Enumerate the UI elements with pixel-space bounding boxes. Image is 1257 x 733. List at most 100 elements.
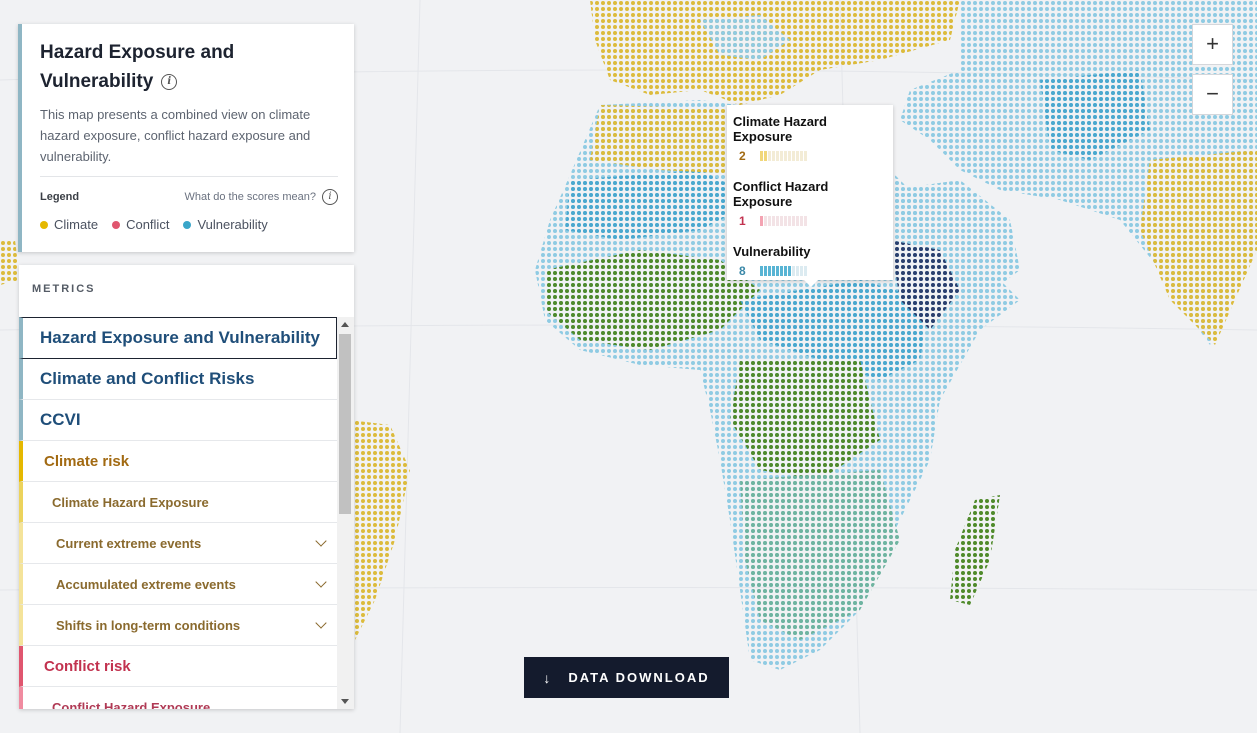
zoom-out-button[interactable]: −	[1192, 74, 1233, 115]
score-bar-segment	[764, 216, 767, 226]
metric-item-label: Accumulated extreme events	[56, 576, 236, 592]
metrics-panel: METRICS Hazard Exposure and Vulnerabilit…	[19, 265, 354, 709]
legend-item-vulnerability: Vulnerability	[183, 217, 268, 232]
metric-item-label: Climate Hazard Exposure	[52, 494, 209, 510]
score-bar-segment	[772, 266, 775, 276]
tooltip-vulnerability-title: Vulnerability	[733, 244, 811, 259]
score-bar-segment	[760, 216, 763, 226]
score-bar-segment	[776, 266, 779, 276]
tooltip-conflict-row: 1	[739, 214, 887, 228]
tooltip-vulnerability-score-bar	[760, 266, 807, 276]
metric-item[interactable]: Shifts in long-term conditions	[19, 605, 337, 646]
score-bar-segment	[804, 151, 807, 161]
zoom-in-button[interactable]: +	[1192, 24, 1233, 65]
score-bar-segment	[764, 151, 767, 161]
score-bar-segment	[804, 266, 807, 276]
legend-help-text: What do the scores mean?	[184, 191, 316, 203]
score-bar-segment	[792, 216, 795, 226]
legend-item-label: Conflict	[126, 217, 170, 232]
score-bar-segment	[772, 216, 775, 226]
page-title: Hazard Exposure and Vulnerability i	[40, 42, 235, 92]
metric-item[interactable]: Current extreme events	[19, 523, 337, 564]
tooltip-conflict-title: Conflict Hazard Exposure	[733, 179, 829, 209]
data-download-button[interactable]: ↓ DATA DOWNLOAD	[524, 657, 729, 698]
info-card: Hazard Exposure and Vulnerability i This …	[18, 24, 354, 252]
score-bar-segment	[796, 151, 799, 161]
legend-item-label: Climate	[54, 217, 99, 232]
tooltip-vulnerability-row: 8	[739, 264, 887, 278]
metrics-scrollbar[interactable]	[337, 317, 354, 709]
score-bar-segment	[784, 216, 787, 226]
metric-item[interactable]: Climate Hazard Exposure	[19, 482, 337, 523]
score-bar-segment	[796, 266, 799, 276]
score-bar-segment	[776, 151, 779, 161]
data-download-label: DATA DOWNLOAD	[568, 670, 710, 685]
score-bar-segment	[780, 216, 783, 226]
score-bar-segment	[804, 216, 807, 226]
tooltip-climate-score-bar	[760, 151, 807, 161]
score-bar-segment	[788, 266, 791, 276]
legend-header: Legend What do the scores mean? i	[40, 176, 338, 205]
score-tooltip: Climate Hazard Exposure 2 Conflict Hazard …	[727, 105, 893, 287]
map-description: This map presents a combined view on cli…	[40, 107, 311, 164]
chevron-down-icon[interactable]	[315, 576, 327, 588]
legend-item-climate: Climate	[40, 217, 98, 232]
tooltip-vulnerability-score: 8	[739, 264, 746, 278]
metric-item[interactable]: Accumulated extreme events	[19, 564, 337, 605]
score-bar-segment	[788, 151, 791, 161]
metric-item-label: Conflict risk	[44, 657, 131, 675]
tooltip-conflict-score-bar	[760, 216, 807, 226]
chevron-down-icon[interactable]	[315, 535, 327, 547]
scroll-down-arrow-icon[interactable]	[341, 699, 349, 704]
scroll-up-arrow-icon[interactable]	[341, 322, 349, 327]
legend-dot-icon	[183, 220, 192, 229]
metric-item-label: Current extreme events	[56, 535, 202, 551]
score-bar-segment	[764, 266, 767, 276]
metric-item-label: Climate risk	[44, 452, 130, 470]
score-bar-segment	[768, 151, 771, 161]
metrics-title: METRICS	[32, 283, 96, 295]
metric-item[interactable]: CCVI	[19, 400, 337, 441]
chevron-down-icon[interactable]	[315, 617, 327, 629]
score-bar-segment	[788, 216, 791, 226]
metric-item[interactable]: Climate risk	[19, 441, 337, 482]
legend-help-link[interactable]: What do the scores mean? i	[185, 189, 338, 205]
score-bar-segment	[796, 216, 799, 226]
tooltip-climate-row: 2	[739, 149, 887, 163]
score-bar-segment	[780, 151, 783, 161]
download-arrow-icon: ↓	[543, 669, 551, 686]
legend-item-label: Vulnerability	[197, 217, 268, 232]
info-icon[interactable]: i	[161, 73, 178, 90]
legend-item-conflict: Conflict	[112, 217, 169, 232]
score-bar-segment	[768, 216, 771, 226]
legend-dot-icon	[40, 220, 48, 229]
score-bar-segment	[780, 266, 783, 276]
metric-item-label: Climate and Conflict Risks	[40, 369, 255, 388]
legend-dot-icon	[112, 220, 121, 229]
metric-item[interactable]: Conflict risk	[19, 646, 337, 687]
score-bar-segment	[784, 151, 787, 161]
metric-item[interactable]: Conflict Hazard Exposure	[19, 687, 337, 709]
info-icon[interactable]: i	[322, 189, 338, 205]
metric-item-label: Shifts in long-term conditions	[56, 617, 241, 633]
score-bar-segment	[800, 266, 803, 276]
scrollbar-thumb[interactable]	[339, 334, 351, 514]
score-bar-segment	[792, 266, 795, 276]
tooltip-climate-title: Climate Hazard Exposure	[733, 114, 827, 144]
legend: Climate Conflict Vulnerability	[40, 217, 338, 232]
score-bar-segment	[800, 216, 803, 226]
score-bar-segment	[776, 216, 779, 226]
legend-label: Legend	[40, 191, 80, 203]
score-bar-segment	[760, 151, 763, 161]
score-bar-segment	[800, 151, 803, 161]
metric-item[interactable]: Climate and Conflict Risks	[19, 359, 337, 400]
score-bar-segment	[792, 151, 795, 161]
score-bar-segment	[784, 266, 787, 276]
score-bar-segment	[772, 151, 775, 161]
score-bar-segment	[768, 266, 771, 276]
tooltip-conflict-score: 1	[739, 214, 746, 228]
score-bar-segment	[760, 266, 763, 276]
metric-item[interactable]: Hazard Exposure and Vulnerability	[19, 317, 337, 359]
metric-item-label: Conflict Hazard Exposure	[52, 699, 211, 710]
metric-item-label: CCVI	[40, 410, 81, 429]
